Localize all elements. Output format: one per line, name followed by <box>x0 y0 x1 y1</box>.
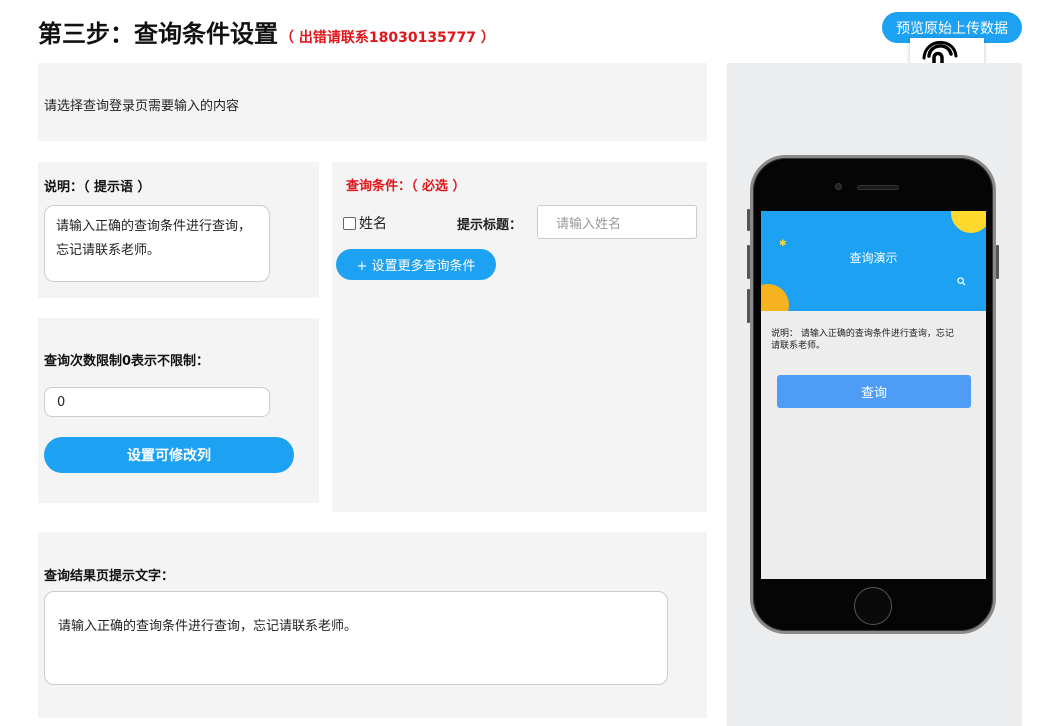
intro-panel: 请选择查询登录页需要输入的内容 <box>38 63 707 141</box>
description-panel: 说明：（ 提示语 ） 请输入正确的查询条件进行查询，忘记请联系老师。 <box>38 162 319 298</box>
query-limit-panel: 查询次数限制0表示不限制： 0 设置可修改列 <box>38 318 319 503</box>
page-title-text: 第三步：查询条件设置 <box>38 20 278 48</box>
phone-camera <box>835 183 842 190</box>
contact-note: （ 出错请联系18030135777 ） <box>280 30 495 46</box>
result-text-panel: 查询结果页提示文字： 请输入正确的查询条件进行查询，忘记请联系老师。 <box>38 532 707 718</box>
condition-name-label: 姓名 <box>359 216 387 232</box>
query-limit-input[interactable]: 0 <box>44 387 270 417</box>
phone-screen-header: ✱ 查询演示 <box>761 211 986 311</box>
phone-frame: ✱ 查询演示 说明： 请输入正确的查询条件进行查询，忘记请联系老师。 查询 <box>750 155 996 634</box>
phone-screen-description: 说明： 请输入正确的查询条件进行查询，忘记请联系老师。 <box>771 329 954 351</box>
decor-circle <box>951 211 986 233</box>
decor-circle <box>761 284 789 311</box>
description-textarea[interactable]: 请输入正确的查询条件进行查询，忘记请联系老师。 <box>44 205 270 282</box>
phone-query-button[interactable]: 查询 <box>777 375 971 408</box>
hint-title-label: 提示标题： <box>457 218 523 233</box>
set-editable-columns-button[interactable]: 设置可修改列 <box>44 437 294 473</box>
condition-name-row[interactable]: 姓名 <box>343 213 387 233</box>
result-text-label: 查询结果页提示文字： <box>44 569 175 584</box>
query-limit-label: 查询次数限制0表示不限制： <box>44 354 210 369</box>
phone-home-button <box>854 587 892 625</box>
star-icon: ✱ <box>779 239 787 249</box>
name-hint-input[interactable]: 请输入姓名 <box>537 205 697 239</box>
conditions-title: 查询条件：（ 必选 ） <box>346 179 466 194</box>
phone-screen-title: 查询演示 <box>849 251 898 265</box>
description-label: 说明：（ 提示语 ） <box>44 180 151 195</box>
phone-preview-panel: ✱ 查询演示 说明： 请输入正确的查询条件进行查询，忘记请联系老师。 查询 <box>727 63 1022 726</box>
page-title: 第三步：查询条件设置（ 出错请联系18030135777 ） <box>38 14 495 49</box>
phone-side-button <box>996 245 999 279</box>
phone-screen: ✱ 查询演示 说明： 请输入正确的查询条件进行查询，忘记请联系老师。 查询 <box>761 211 986 579</box>
checkbox-icon[interactable] <box>343 216 356 230</box>
intro-text: 请选择查询登录页需要输入的内容 <box>44 99 240 114</box>
result-text-textarea[interactable]: 请输入正确的查询条件进行查询，忘记请联系老师。 <box>44 591 668 685</box>
phone-speaker <box>857 185 899 190</box>
add-more-conditions-button[interactable]: + 设置更多查询条件 <box>336 249 496 280</box>
query-conditions-panel: 查询条件：（ 必选 ） 姓名 提示标题： 请输入姓名 + 设置更多查询条件 <box>332 162 707 512</box>
search-icon <box>957 277 966 289</box>
